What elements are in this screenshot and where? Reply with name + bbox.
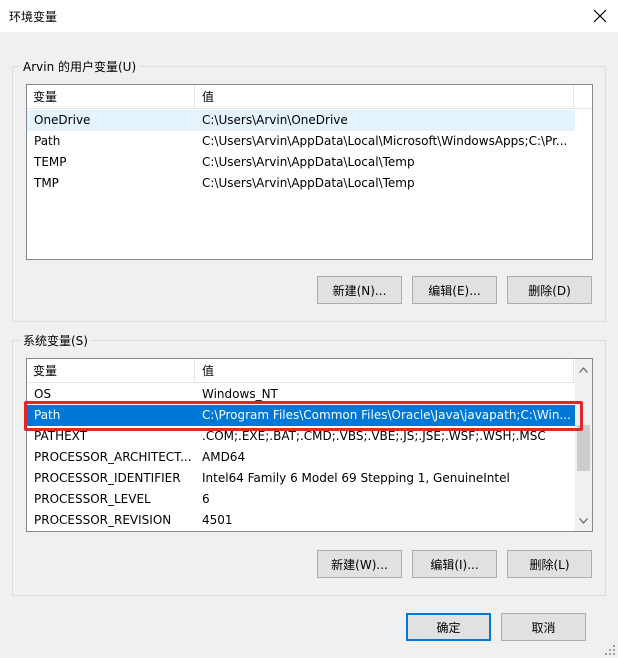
title-bar: 环境变量 — [0, 0, 618, 32]
user-delete-button[interactable]: 删除(D) — [507, 276, 592, 304]
chevron-up-icon — [579, 366, 588, 373]
variable-name: PROCESSOR_LEVEL — [34, 492, 151, 506]
list-item[interactable]: Path C:\Users\Arvin\AppData\Local\Micros… — [27, 131, 575, 152]
variable-name: Path — [34, 134, 61, 148]
chevron-down-icon — [579, 517, 588, 524]
user-vars-group-label: Arvin 的用户变量(U) — [20, 58, 140, 75]
variable-name: PROCESSOR_REVISION — [34, 513, 172, 527]
cancel-button[interactable]: 取消 — [501, 613, 586, 641]
list-item[interactable]: PROCESSOR_ARCHITECT... AMD64 — [27, 447, 575, 468]
system-new-button[interactable]: 新建(W)... — [317, 550, 402, 578]
list-item[interactable]: PROCESSOR_LEVEL 6 — [27, 489, 575, 510]
close-button[interactable] — [590, 6, 610, 26]
scroll-up-button[interactable] — [575, 361, 592, 378]
list-item[interactable]: TMP C:\Users\Arvin\AppData\Local\Temp — [27, 173, 575, 194]
variable-name: PROCESSOR_ARCHITECT... — [34, 450, 192, 464]
user-edit-button[interactable]: 编辑(E)... — [412, 276, 497, 304]
system-edit-button[interactable]: 编辑(I)... — [412, 550, 497, 578]
list-item[interactable]: PROCESSOR_IDENTIFIER Intel64 Family 6 Mo… — [27, 468, 575, 489]
vertical-scrollbar[interactable] — [575, 359, 592, 531]
scroll-down-button[interactable] — [575, 512, 592, 529]
system-delete-button[interactable]: 删除(L) — [507, 550, 592, 578]
close-icon — [593, 9, 607, 23]
column-header-value[interactable]: 值 — [196, 359, 574, 383]
variable-name: OneDrive — [34, 113, 91, 127]
window-title: 环境变量 — [9, 10, 58, 24]
column-header-variable[interactable]: 变量 — [27, 359, 195, 383]
list-item[interactable]: PROCESSOR_REVISION 4501 — [27, 510, 575, 531]
list-item[interactable]: TEMP C:\Users\Arvin\AppData\Local\Temp — [27, 152, 575, 173]
variable-value: C:\Users\Arvin\AppData\Local\Microsoft\W… — [202, 134, 568, 148]
variable-value: C:\Users\Arvin\AppData\Local\Temp — [202, 155, 415, 169]
variable-value: C:\Users\Arvin\OneDrive — [202, 113, 348, 127]
variable-value: C:\Users\Arvin\AppData\Local\Temp — [202, 176, 415, 190]
variable-name: TEMP — [34, 155, 67, 169]
annotation-highlight — [24, 401, 583, 431]
system-vars-list[interactable]: 变量 值 OS Windows_NT Path C:\Program Files… — [26, 358, 593, 532]
variable-value: AMD64 — [202, 450, 246, 464]
variable-name: TMP — [34, 176, 59, 190]
system-vars-group-label: 系统变量(S) — [20, 332, 91, 349]
user-new-button[interactable]: 新建(N)... — [317, 276, 402, 304]
variable-value: 6 — [202, 492, 210, 506]
column-header-value[interactable]: 值 — [196, 85, 574, 109]
user-vars-list[interactable]: 变量 值 OneDrive C:\Users\Arvin\OneDrive Pa… — [26, 84, 593, 260]
user-vars-list-header: 变量 值 — [27, 85, 592, 109]
variable-value: Intel64 Family 6 Model 69 Stepping 1, Ge… — [202, 471, 510, 485]
ok-button[interactable]: 确定 — [406, 613, 491, 641]
system-vars-list-header: 变量 值 — [27, 359, 592, 383]
column-header-variable[interactable]: 变量 — [27, 85, 195, 109]
list-item[interactable]: OneDrive C:\Users\Arvin\OneDrive — [27, 110, 575, 131]
variable-value: 4501 — [202, 513, 233, 527]
resize-grip-icon[interactable] — [604, 644, 616, 656]
variable-name: PROCESSOR_IDENTIFIER — [34, 471, 181, 485]
scroll-thumb[interactable] — [577, 425, 590, 471]
